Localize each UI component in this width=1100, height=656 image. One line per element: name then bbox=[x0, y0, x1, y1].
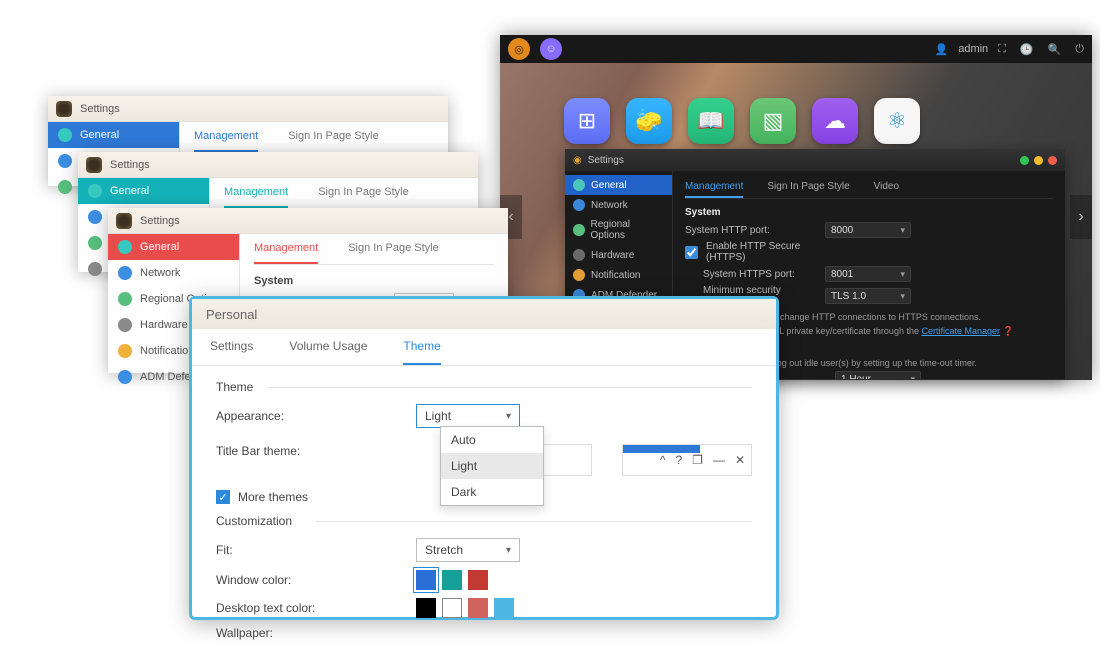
personal-window: Personal Settings Volume Usage Theme The… bbox=[189, 296, 779, 620]
label-desktop-text-color: Desktop text color: bbox=[216, 601, 416, 615]
label-more-themes: More themes bbox=[238, 490, 308, 504]
option-auto[interactable]: Auto bbox=[441, 427, 543, 453]
close-dot[interactable] bbox=[1048, 156, 1057, 165]
label-titlebar-theme: Title Bar theme: bbox=[216, 444, 332, 458]
stack-icon[interactable]: ▧ bbox=[750, 98, 796, 144]
tab-signin-style[interactable]: Sign In Page Style bbox=[318, 178, 409, 208]
label-appearance: Appearance: bbox=[216, 409, 416, 423]
tab-settings[interactable]: Settings bbox=[210, 329, 253, 365]
fit-select[interactable]: Stretch▾ bbox=[416, 538, 520, 562]
window-titlebar: Personal bbox=[192, 299, 776, 329]
window-color-swatches bbox=[416, 570, 488, 590]
swatch-teal[interactable] bbox=[442, 570, 462, 590]
settings-tabs: Management Sign In Page Style Video bbox=[685, 177, 1053, 199]
window-title: Settings bbox=[588, 155, 624, 166]
sidebar-item-hardware[interactable]: Hardware bbox=[565, 245, 672, 265]
sidebar-item-network[interactable]: Network bbox=[565, 195, 672, 215]
chevron-right-icon[interactable]: › bbox=[1070, 195, 1092, 239]
user-label[interactable]: admin bbox=[958, 43, 988, 55]
tab-management[interactable]: Management bbox=[194, 122, 258, 152]
sidebar-item-general[interactable]: General bbox=[565, 175, 672, 195]
auto-logout-select[interactable]: 1 Hour▾ bbox=[835, 371, 921, 379]
window-title: Settings bbox=[80, 103, 120, 115]
label-fit: Fit: bbox=[216, 543, 416, 557]
logo-icon[interactable]: ◎ bbox=[508, 38, 530, 60]
label-enable-https: Enable HTTP Secure (HTTPS) bbox=[706, 241, 838, 263]
personal-tabs: Settings Volume Usage Theme bbox=[192, 329, 776, 366]
option-dark[interactable]: Dark bbox=[441, 479, 543, 505]
tab-management[interactable]: Management bbox=[224, 178, 288, 208]
text-color-swatches bbox=[416, 598, 514, 618]
sidebar-item-network[interactable]: Network bbox=[108, 260, 239, 286]
section-system: System bbox=[254, 275, 494, 287]
home-icon[interactable]: ☺ bbox=[540, 38, 562, 60]
window-title: Settings bbox=[140, 215, 180, 227]
clock-icon[interactable]: 🕒 bbox=[1020, 43, 1034, 56]
sidebar-item-general[interactable]: General bbox=[48, 122, 179, 148]
maximize-icon[interactable]: ⛶ bbox=[998, 43, 1006, 56]
sidebar-item-notification[interactable]: Notification bbox=[565, 265, 672, 285]
swatch-salmon[interactable] bbox=[468, 598, 488, 618]
window-titlebar: ◉ Settings bbox=[565, 149, 1065, 171]
power-icon[interactable]: ⏻ bbox=[1075, 43, 1084, 56]
settings-icon: ◉ bbox=[573, 155, 582, 166]
cloud-icon[interactable]: ☁ bbox=[812, 98, 858, 144]
tab-management[interactable]: Management bbox=[254, 234, 318, 264]
cleaner-icon[interactable]: 🧽 bbox=[626, 98, 672, 144]
cert-manager-link[interactable]: Certificate Manager bbox=[921, 326, 1000, 336]
window-title: Settings bbox=[110, 159, 150, 171]
sidebar-item-regional[interactable]: Regional Options bbox=[565, 215, 672, 245]
tab-signin-style[interactable]: Sign In Page Style bbox=[767, 177, 849, 198]
appearance-dropdown: Auto Light Dark bbox=[440, 426, 544, 506]
maximize-dot[interactable] bbox=[1034, 156, 1043, 165]
sidebar-item-general[interactable]: General bbox=[108, 234, 239, 260]
user-icon[interactable]: 👤 bbox=[935, 43, 949, 56]
settings-icon bbox=[56, 101, 72, 117]
tab-management[interactable]: Management bbox=[685, 177, 743, 198]
dock: ⊞ 🧽 📖 ▧ ☁ ⚛ bbox=[564, 98, 920, 144]
settings-icon bbox=[86, 157, 102, 173]
swatch-blue[interactable] bbox=[416, 570, 436, 590]
window-title: Personal bbox=[206, 307, 257, 322]
swatch-black[interactable] bbox=[416, 598, 436, 618]
gallery-icon[interactable]: 📖 bbox=[688, 98, 734, 144]
label-http-port: System HTTP port: bbox=[685, 225, 817, 236]
http-port-select[interactable]: 8000▾ bbox=[825, 222, 911, 238]
label-https-port: System HTTPS port: bbox=[703, 269, 817, 280]
titlebar-preview-win[interactable]: ^?❐—✕ bbox=[622, 444, 752, 476]
appearance-select[interactable]: Light▾ bbox=[416, 404, 520, 428]
tab-volume-usage[interactable]: Volume Usage bbox=[289, 329, 367, 365]
swatch-white[interactable] bbox=[442, 598, 462, 618]
tab-signin-style[interactable]: Sign In Page Style bbox=[288, 122, 379, 152]
label-wallpaper: Wallpaper: bbox=[216, 626, 416, 640]
swatch-sky[interactable] bbox=[494, 598, 514, 618]
tab-theme[interactable]: Theme bbox=[403, 329, 440, 365]
app-store-icon[interactable]: ⊞ bbox=[564, 98, 610, 144]
https-checkbox[interactable] bbox=[685, 246, 698, 259]
settings-icon bbox=[116, 213, 132, 229]
section-customization: Customization bbox=[216, 514, 752, 528]
label-window-color: Window color: bbox=[216, 573, 416, 587]
https-port-select[interactable]: 8001▾ bbox=[825, 266, 911, 282]
window-controls bbox=[1020, 156, 1057, 165]
share-icon[interactable]: ⚛ bbox=[874, 98, 920, 144]
taskbar: ◎ ☺ 👤 admin ⛶ 🕒 🔍 ⏻ bbox=[500, 35, 1092, 63]
swatch-red[interactable] bbox=[468, 570, 488, 590]
section-system: System bbox=[685, 207, 1053, 218]
protocol-select[interactable]: TLS 1.0▾ bbox=[825, 288, 911, 304]
tab-video[interactable]: Video bbox=[874, 177, 899, 198]
tab-signin-style[interactable]: Sign In Page Style bbox=[348, 234, 439, 264]
option-light[interactable]: Light bbox=[441, 453, 543, 479]
minimize-dot[interactable] bbox=[1020, 156, 1029, 165]
section-theme: Theme bbox=[216, 380, 752, 394]
sidebar-item-general[interactable]: General bbox=[78, 178, 209, 204]
more-themes-checkbox[interactable]: ✓ bbox=[216, 490, 230, 504]
search-icon[interactable]: 🔍 bbox=[1048, 43, 1062, 56]
